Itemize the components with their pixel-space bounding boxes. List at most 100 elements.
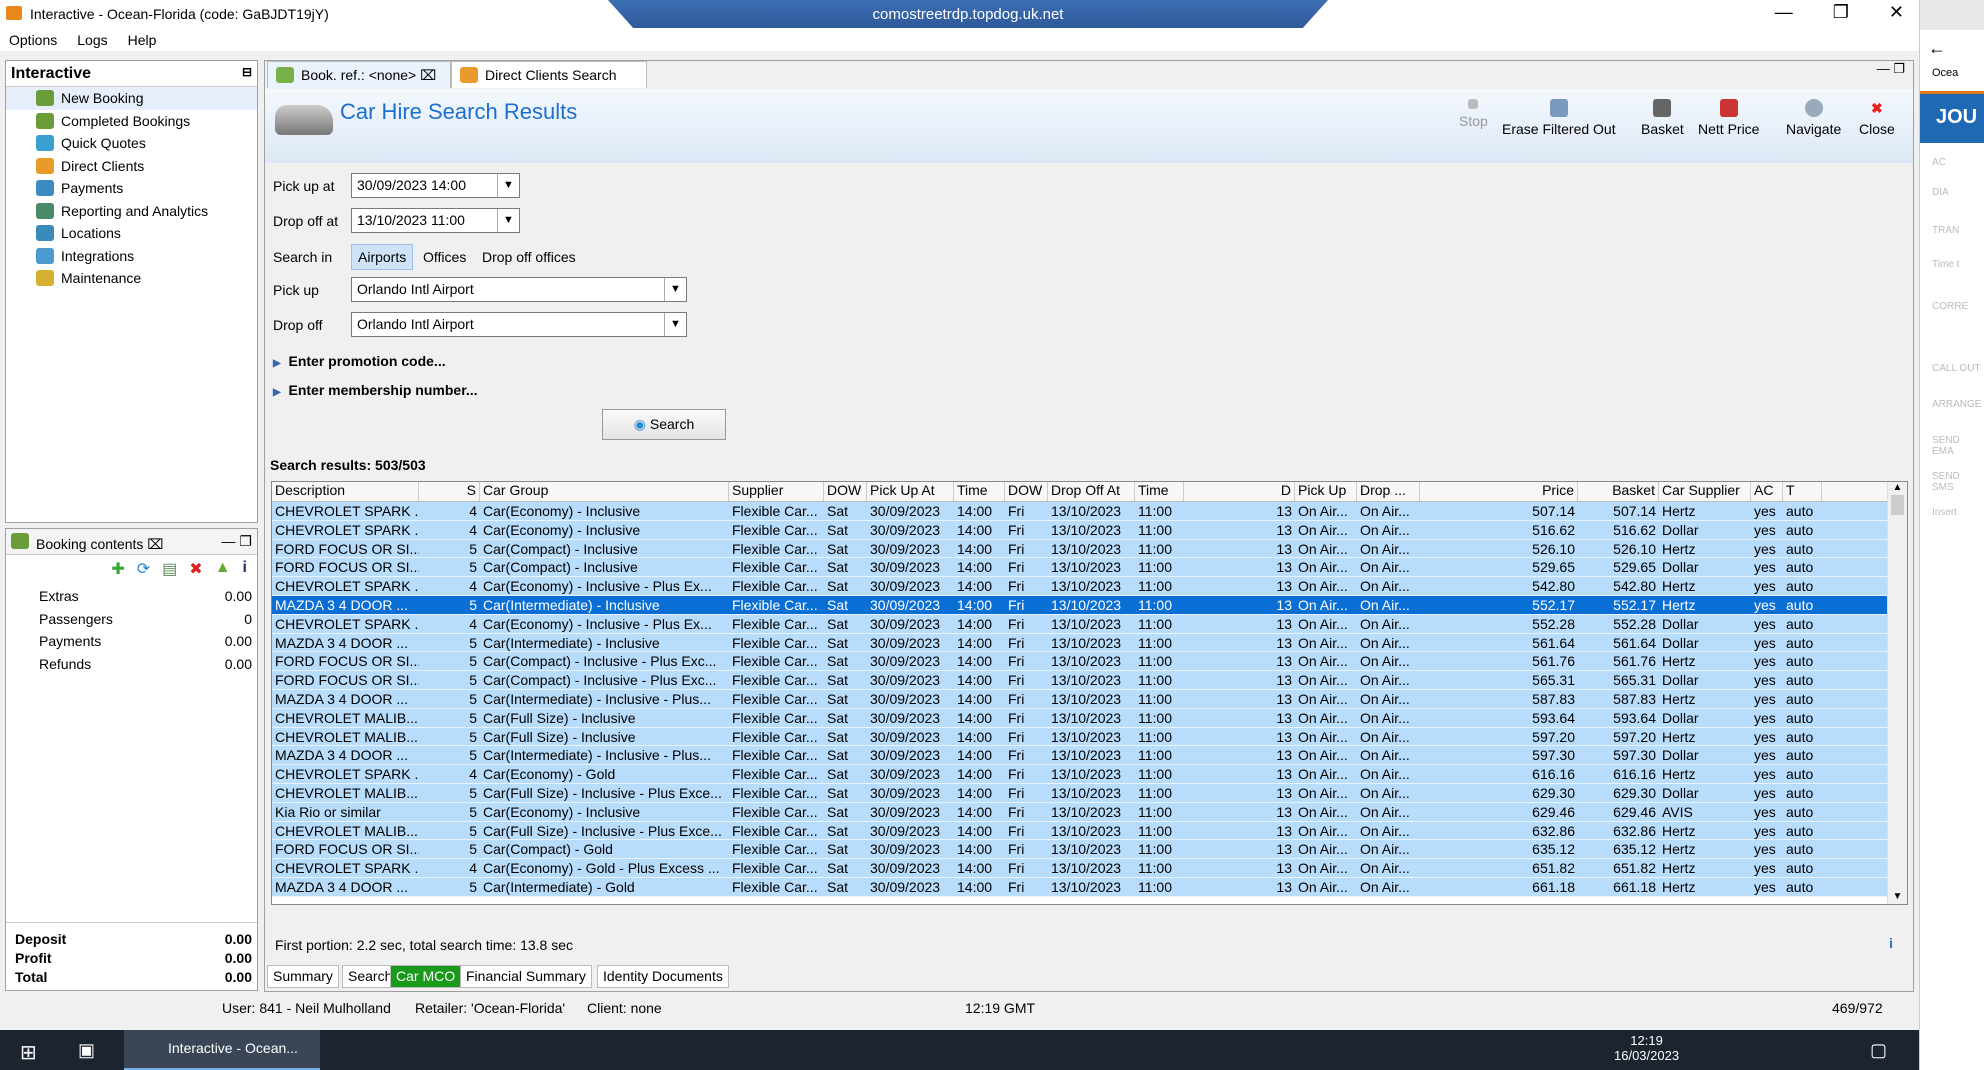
table-row[interactable]: CHEVROLET SPARK ... 4 Car(Economy) - Inclu…	[272, 520, 1889, 540]
table-row[interactable]: MAZDA 3 4 DOOR ... 5 Car(Intermediate) - G…	[272, 877, 1889, 897]
table-row[interactable]: CHEVROLET MALIB... 5 Car(Full Size) - Incl…	[272, 727, 1889, 747]
side-item[interactable]: AC	[1932, 157, 1984, 179]
clock[interactable]: 12:19 16/03/2023	[1614, 1033, 1679, 1063]
table-row[interactable]: MAZDA 3 4 DOOR ... 5 Car(Intermediate) - I…	[272, 595, 1889, 615]
bottom-tab-summary[interactable]: Summary	[267, 965, 339, 988]
table-row[interactable]: CHEVROLET MALIB... 5 Car(Full Size) - Incl…	[272, 821, 1889, 841]
tab-close-icon[interactable]: ⌧	[420, 67, 436, 84]
table-row[interactable]: FORD FOCUS OR SI... 5 Car(Compact) - Inclu…	[272, 539, 1889, 559]
pickup-location-select[interactable]: Orlando Intl Airport ▼	[351, 277, 687, 302]
table-row[interactable]: CHEVROLET SPARK ... 4 Car(Economy) - Gold F…	[272, 765, 1889, 784]
column-header[interactable]: S	[419, 482, 480, 501]
navigate-button[interactable]: Navigate	[1786, 99, 1841, 137]
membership-expander[interactable]: ▶ Enter membership number...	[273, 382, 478, 398]
vertical-scrollbar[interactable]: ▲ ▼	[1887, 482, 1907, 904]
browser-tab[interactable]	[1920, 0, 1984, 30]
table-row[interactable]: CHEVROLET SPARK ... 4 Car(Economy) - Inclu…	[272, 614, 1889, 634]
table-row[interactable]: FORD FOCUS OR SI... 5 Car(Compact) - Gold F…	[272, 840, 1889, 860]
side-item[interactable]: ARRANGE	[1932, 399, 1984, 421]
close-button[interactable]: ✖ Close	[1859, 99, 1895, 137]
info-icon[interactable]: i	[1889, 935, 1893, 951]
table-row[interactable]: CHEVROLET SPARK ... 4 Car(Economy) - Inclu…	[272, 502, 1889, 521]
table-row[interactable]: MAZDA 3 4 DOOR ... 5 Car(Intermediate) - I…	[272, 746, 1889, 766]
dropoff-at-picker[interactable]: 13/10/2023 11:00 ▼	[351, 208, 520, 233]
close-icon[interactable]: ⌧	[147, 536, 163, 552]
info-icon[interactable]: i	[243, 559, 247, 581]
pickup-at-picker[interactable]: 30/09/2023 14:00 ▼	[351, 173, 520, 198]
menu-logs[interactable]: Logs	[77, 32, 107, 48]
side-item[interactable]: TRAN	[1932, 225, 1984, 247]
column-header[interactable]: Drop ...	[1357, 482, 1420, 501]
nav-item-direct-clients[interactable]: Direct Clients	[6, 155, 257, 178]
tab-direct-clients-search[interactable]: Direct Clients Search	[451, 61, 647, 88]
panel-controls[interactable]: — ❐	[222, 533, 252, 550]
column-header[interactable]: Pick Up	[1295, 482, 1357, 501]
column-header[interactable]: D	[1184, 482, 1295, 501]
column-header[interactable]: Drop Off At	[1048, 482, 1135, 501]
taskbar-app-interactive[interactable]: Interactive - Ocean...	[124, 1030, 320, 1070]
menu-help[interactable]: Help	[128, 32, 157, 48]
table-row[interactable]: CHEVROLET SPARK ... 4 Car(Economy) - Gold …	[272, 859, 1889, 878]
side-item[interactable]: SEND EMA	[1932, 435, 1984, 457]
nav-item-new-booking[interactable]: New Booking	[6, 87, 257, 110]
nav-item-quick-quotes[interactable]: Quick Quotes	[6, 132, 257, 155]
side-item[interactable]: Insert	[1932, 507, 1984, 529]
search-button[interactable]: ◉ Search	[602, 409, 726, 440]
promo-code-expander[interactable]: ▶ Enter promotion code...	[273, 353, 446, 369]
table-row[interactable]: FORD FOCUS OR SI... 5 Car(Compact) - Inclu…	[272, 652, 1889, 672]
collapse-icon[interactable]: ⊟	[242, 65, 252, 82]
refresh-icon[interactable]: ⟳	[137, 559, 150, 581]
table-row[interactable]: MAZDA 3 4 DOOR ... 5 Car(Intermediate) - I…	[272, 689, 1889, 709]
column-header[interactable]: Supplier	[729, 482, 824, 501]
task-view-icon[interactable]: ▣	[78, 1040, 95, 1061]
table-row[interactable]: CHEVROLET SPARK ... 4 Car(Economy) - Inclu…	[272, 577, 1889, 596]
nav-item-locations[interactable]: Locations	[6, 222, 257, 245]
dropoff-location-select[interactable]: Orlando Intl Airport ▼	[351, 312, 687, 337]
delete-icon[interactable]: ✖	[189, 559, 202, 581]
table-row[interactable]: Kia Rio or similar 5 Car(Economy) - Inclus…	[272, 802, 1889, 822]
start-icon[interactable]: ⊞	[20, 1040, 37, 1065]
nav-item-integrations[interactable]: Integrations	[6, 245, 257, 268]
table-row[interactable]: FORD FOCUS OR SI... 5 Car(Compact) - Inclu…	[272, 671, 1889, 690]
side-item[interactable]: Time t	[1932, 259, 1984, 281]
side-item[interactable]: CALL OUT	[1932, 363, 1984, 385]
bottom-tab-financial-summary[interactable]: Financial Summary	[460, 965, 592, 988]
tab-booking-ref[interactable]: Book. ref.: <none> ⌧	[267, 61, 451, 88]
nav-item-payments[interactable]: Payments	[6, 177, 257, 200]
nav-item-reporting-and-analytics[interactable]: Reporting and Analytics	[6, 200, 257, 223]
basket-icon[interactable]: ▤	[162, 559, 177, 581]
back-icon[interactable]: ←	[1920, 30, 1984, 67]
notifications-icon[interactable]: ▢	[1870, 1040, 1887, 1061]
column-header[interactable]: AC	[1751, 482, 1783, 501]
stop-button[interactable]: Stop	[1459, 99, 1488, 129]
bottom-tab-car-mco[interactable]: Car MCO	[390, 965, 462, 988]
column-header[interactable]: T	[1783, 482, 1822, 501]
add-icon[interactable]: ✚	[111, 559, 124, 581]
erase-filtered-out-button[interactable]: Erase Filtered Out	[1502, 99, 1616, 137]
side-item[interactable]: CORRE	[1932, 301, 1984, 323]
side-item[interactable]: DIA	[1932, 187, 1984, 209]
panel-controls[interactable]: — ❐	[1877, 61, 1905, 77]
table-row[interactable]: FORD FOCUS OR SI... 5 Car(Compact) - Inclu…	[272, 558, 1889, 578]
column-header[interactable]: Pick Up At	[867, 482, 954, 501]
column-header[interactable]: Price	[1420, 482, 1578, 501]
nett-price-button[interactable]: Nett Price	[1698, 99, 1759, 137]
side-item[interactable]: SEND SMS	[1932, 471, 1984, 493]
bottom-tab-identity-documents[interactable]: Identity Documents	[597, 965, 729, 988]
column-header[interactable]: DOW	[824, 482, 867, 501]
palm-icon[interactable]: ▲	[215, 559, 231, 581]
column-header[interactable]: Time	[1135, 482, 1184, 501]
column-header[interactable]: Description	[272, 482, 419, 501]
column-header[interactable]: Time	[954, 482, 1005, 501]
nav-item-maintenance[interactable]: Maintenance	[6, 267, 257, 290]
nav-item-completed-bookings[interactable]: Completed Bookings	[6, 110, 257, 133]
search-in-offices[interactable]: Offices	[423, 249, 466, 265]
column-header[interactable]: Car Supplier	[1659, 482, 1751, 501]
column-header[interactable]: Basket	[1578, 482, 1659, 501]
column-header[interactable]: DOW	[1005, 482, 1048, 501]
search-in-airports[interactable]: Airports	[351, 244, 414, 270]
side-tab[interactable]: Ocea	[1920, 67, 1984, 79]
table-row[interactable]: MAZDA 3 4 DOOR ... 5 Car(Intermediate) - I…	[272, 633, 1889, 653]
maximize-button[interactable]: ❐	[1833, 2, 1849, 23]
column-header[interactable]: Car Group	[480, 482, 729, 501]
